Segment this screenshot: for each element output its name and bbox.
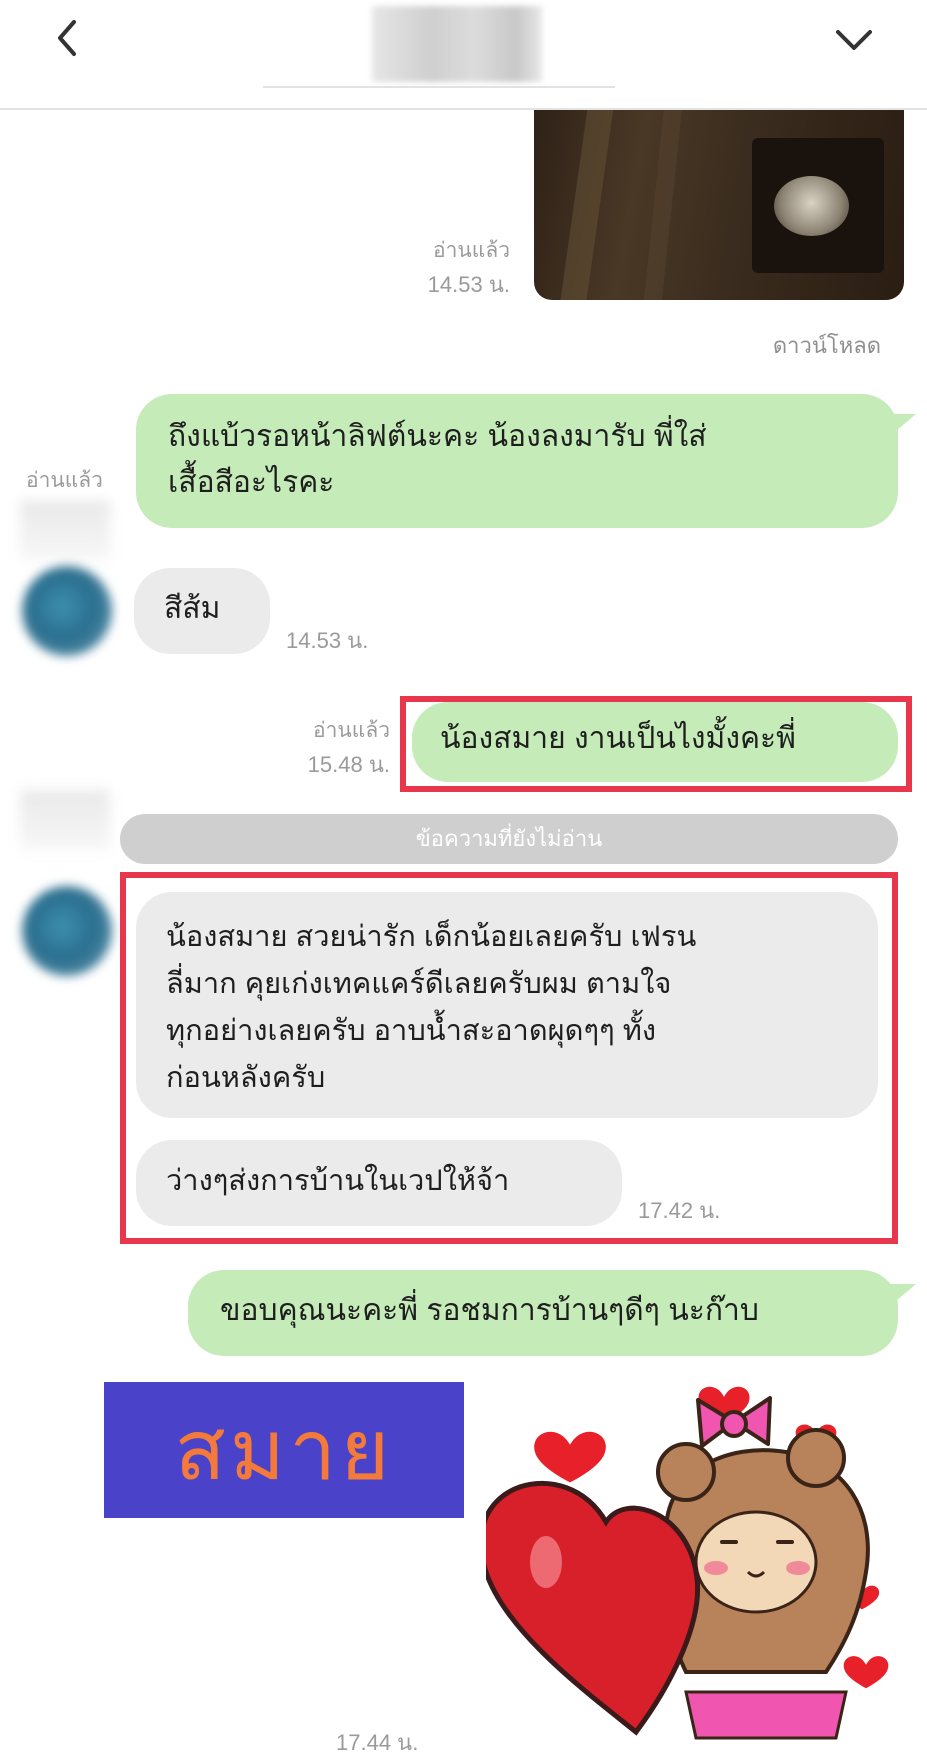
highlight-box [400, 696, 912, 792]
photo-detail [560, 108, 614, 300]
message-text-line: ถึงแบ้วรอหน้าลิฟต์นะคะ น้องลงมารับ พี่ใส… [168, 420, 707, 453]
chat-header [0, 0, 927, 110]
photo-detail [643, 108, 683, 300]
read-status: อ่านแล้ว [433, 239, 510, 262]
contact-name-blurred [372, 6, 542, 82]
download-link[interactable]: ดาวน์โหลด [773, 328, 881, 363]
chevron-left-icon[interactable] [48, 18, 88, 58]
heart-bear-sticker[interactable] [486, 1372, 906, 1740]
avatar[interactable] [22, 566, 112, 656]
bubble-tail [890, 1284, 916, 1306]
header-underline [263, 86, 615, 88]
read-status: อ่านแล้ว [26, 469, 103, 492]
outgoing-message[interactable]: ถึงแบ้วรอหน้าลิฟต์นะคะ น้องลงมารับ พี่ใส… [136, 394, 898, 528]
message-text-line: เสื้อสีอะไรคะ [168, 466, 335, 499]
incoming-message[interactable]: สีส้ม [134, 568, 270, 654]
message-text: สีส้ม [164, 592, 221, 625]
avatar[interactable] [22, 886, 112, 976]
outgoing-message[interactable]: ขอบคุณนะคะพี่ รอชมการบ้านๆดีๆ นะก๊าบ [188, 1270, 898, 1356]
message-time: 14.53 น. [427, 272, 510, 297]
avatar-shadow [20, 790, 110, 850]
highlight-box [120, 872, 898, 1244]
message-time: 15.48 น. [307, 752, 390, 777]
avatar-shadow [20, 500, 110, 560]
heart-icon [840, 1653, 892, 1692]
heart-icon [531, 1428, 609, 1486]
chevron-down-icon[interactable] [832, 20, 876, 60]
big-heart-icon [486, 1480, 700, 1736]
bubble-tail [890, 414, 916, 436]
photo-detail [774, 176, 849, 236]
overlay-name-label: สมาย [104, 1382, 464, 1518]
unread-divider: ข้อความที่ยังไม่อ่าน [120, 814, 898, 864]
message-time: 17.44 น. [336, 1730, 419, 1755]
message-time: 14.53 น. [286, 628, 369, 653]
read-status: อ่านแล้ว [313, 719, 390, 742]
photo-message[interactable] [534, 108, 904, 300]
message-text: ขอบคุณนะคะพี่ รอชมการบ้านๆดีๆ นะก๊าบ [220, 1294, 759, 1327]
